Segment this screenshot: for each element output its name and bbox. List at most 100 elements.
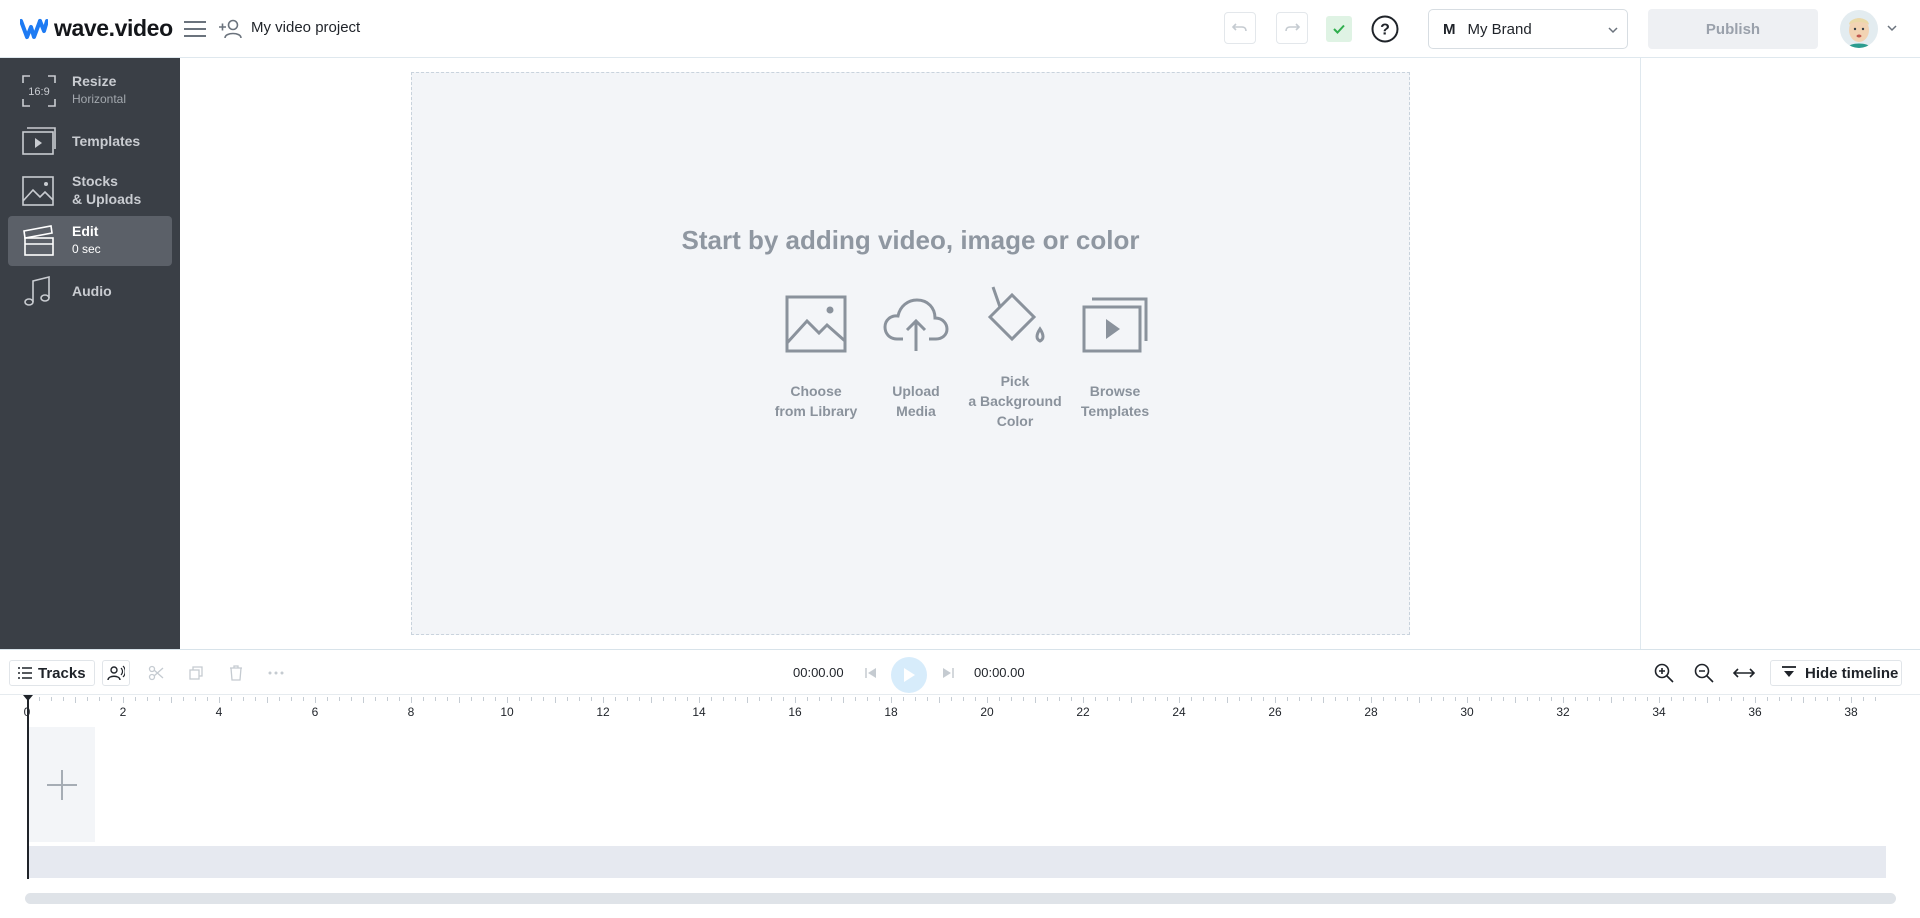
undo-button[interactable] — [1224, 12, 1256, 44]
ruler-tick — [903, 697, 904, 701]
ruler-tick — [1731, 697, 1732, 701]
ruler-tick — [1839, 697, 1840, 701]
action-label: Upload Media — [892, 383, 940, 419]
add-track-button[interactable] — [29, 727, 95, 842]
ruler-tick — [387, 697, 388, 701]
ruler-tick — [1047, 697, 1048, 701]
sidebar-item-stocks-uploads[interactable]: Stocks & Uploads — [8, 166, 172, 216]
zoom-in-button[interactable] — [1650, 660, 1678, 686]
ruler-tick — [1119, 697, 1120, 701]
upload-media-button[interactable]: Upload Media — [861, 295, 971, 421]
ruler-tick — [1155, 697, 1156, 701]
ruler-tick — [1179, 697, 1180, 703]
ruler-tick — [435, 697, 436, 701]
properties-panel — [1640, 58, 1920, 649]
sidebar-item-sublabel: 0 sec — [72, 242, 101, 256]
ruler-tick — [699, 697, 700, 703]
sidebar-item-edit[interactable]: Edit 0 sec — [8, 216, 172, 266]
logo[interactable]: wave.video — [20, 15, 173, 42]
ruler-tick — [87, 697, 88, 701]
sidebar-item-resize[interactable]: 16:9 Resize Horizontal — [8, 66, 172, 116]
brand-name: My Brand — [1467, 20, 1532, 38]
delete-button[interactable] — [222, 660, 250, 686]
skip-back-button[interactable] — [857, 660, 885, 686]
play-icon — [904, 668, 915, 682]
ruler-tick — [579, 697, 580, 701]
video-canvas[interactable]: Start by adding video, image or color Ch… — [411, 72, 1410, 635]
ruler-tick — [567, 697, 568, 701]
choose-from-library-button[interactable]: Choose from Library — [761, 295, 871, 421]
saved-status — [1326, 16, 1352, 42]
ruler-tick — [231, 697, 232, 701]
ruler-tick — [1251, 697, 1252, 701]
sidebar-item-templates[interactable]: Templates — [8, 116, 172, 166]
collapse-down-icon — [1782, 666, 1796, 677]
ruler-tick — [1455, 697, 1456, 701]
project-name[interactable]: My video project — [251, 19, 360, 36]
svg-text:?: ? — [1380, 22, 1390, 39]
ruler-tick — [651, 697, 652, 703]
zoom-out-button[interactable] — [1690, 660, 1718, 686]
ruler-tick — [1587, 697, 1588, 701]
skip-back-icon — [865, 668, 876, 678]
ruler-tick — [531, 697, 532, 701]
ruler-tick — [1203, 697, 1204, 701]
add-collaborator-icon[interactable] — [218, 16, 244, 42]
aspect-ratio-icon: 16:9 — [22, 75, 56, 107]
ruler-tick — [399, 697, 400, 701]
publish-button[interactable]: Publish — [1648, 9, 1818, 49]
avatar[interactable] — [1840, 10, 1878, 48]
fit-to-width-button[interactable] — [1730, 660, 1758, 686]
image-icon — [22, 176, 54, 206]
hamburger-menu-icon[interactable] — [182, 16, 208, 42]
ruler-tick — [675, 697, 676, 701]
total-time: 00:00.00 — [974, 665, 1025, 680]
skip-forward-button[interactable] — [934, 660, 962, 686]
sidebar-item-audio[interactable]: Audio — [8, 266, 172, 316]
ruler-tick — [1299, 697, 1300, 701]
tracks-button[interactable]: Tracks — [9, 660, 95, 686]
play-button[interactable] — [891, 657, 927, 693]
ruler-tick — [1659, 697, 1660, 703]
ruler-label: 2 — [119, 705, 127, 719]
more-options-button[interactable] — [262, 660, 290, 686]
browse-templates-button[interactable]: Browse Templates — [1060, 295, 1170, 421]
timeline-scrollbar[interactable] — [25, 893, 1896, 904]
timeline-ruler[interactable]: 02468101214161820222426283032343638 — [0, 695, 1920, 725]
skip-forward-icon — [943, 668, 954, 678]
ruler-tick — [1707, 697, 1708, 703]
ruler-tick — [1611, 697, 1612, 703]
audio-track-lane[interactable] — [29, 846, 1886, 878]
ruler-tick — [183, 697, 184, 701]
voiceover-button[interactable] — [102, 660, 130, 686]
hide-timeline-button[interactable]: Hide timeline — [1770, 660, 1902, 686]
sidebar-item-label: Templates — [72, 133, 141, 149]
help-icon[interactable]: ? — [1371, 15, 1399, 43]
ruler-tick — [459, 697, 460, 703]
ruler-tick — [735, 697, 736, 701]
aspect-ratio-text: 16:9 — [28, 86, 49, 98]
music-note-icon — [24, 275, 50, 306]
ruler-tick — [1503, 697, 1504, 701]
action-label: Pick a Background Color — [968, 373, 1062, 429]
pick-background-color-button[interactable]: Pick a Background Color — [960, 285, 1070, 431]
ruler-tick — [807, 697, 808, 701]
ruler-tick — [63, 697, 64, 701]
ruler-tick — [927, 697, 928, 701]
brand-selector[interactable]: M My Brand — [1428, 9, 1628, 49]
templates-play-icon — [1082, 297, 1148, 353]
ruler-tick — [663, 697, 664, 701]
duplicate-button[interactable] — [182, 660, 210, 686]
chevron-down-icon[interactable] — [1886, 22, 1898, 34]
ruler-tick — [1815, 697, 1816, 701]
redo-button[interactable] — [1276, 12, 1308, 44]
ruler-label: 14 — [692, 705, 706, 719]
split-button[interactable] — [142, 660, 170, 686]
ruler-tick — [1443, 697, 1444, 701]
ruler-label: 4 — [215, 705, 223, 719]
ruler-tick — [1491, 697, 1492, 701]
ruler-tick — [1719, 697, 1720, 701]
ruler-tick — [291, 697, 292, 701]
ruler-tick — [1515, 697, 1516, 703]
ruler-tick — [1035, 697, 1036, 703]
